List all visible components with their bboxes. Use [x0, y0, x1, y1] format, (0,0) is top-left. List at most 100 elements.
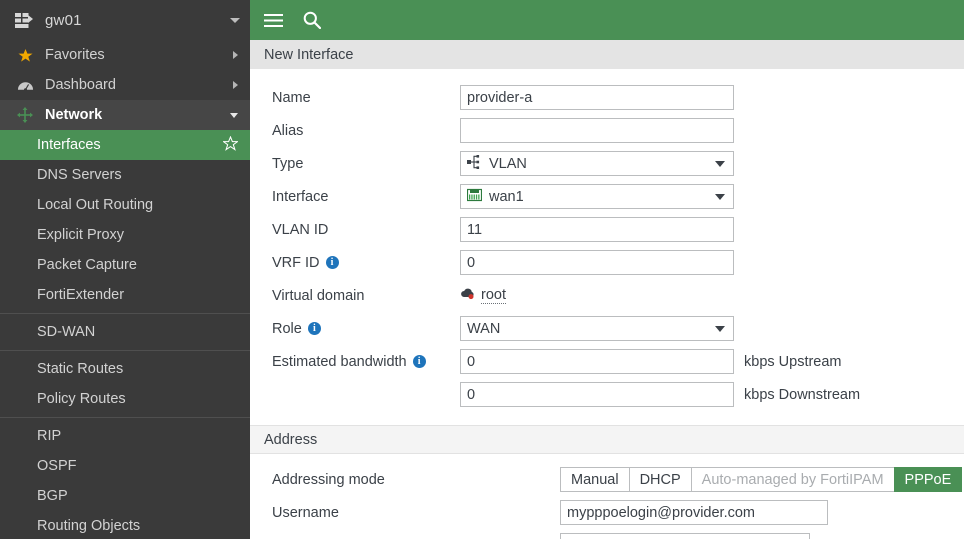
form-row-estimated-bandwidth-downstream: 0 kbps Downstream [250, 380, 964, 409]
sidebar-item-interfaces[interactable]: Interfaces [0, 130, 250, 160]
addressing-mode-dhcp-button[interactable]: DHCP [628, 467, 691, 492]
address-section-heading: Address [250, 425, 964, 454]
sidebar-item-explicit-proxy[interactable]: Explicit Proxy [0, 220, 250, 250]
sidebar-subitem-label: Routing Objects [37, 518, 141, 534]
sidebar-subitem-label: Policy Routes [37, 391, 126, 407]
type-dropdown[interactable]: VLAN [460, 151, 734, 176]
page-title: New Interface [250, 40, 964, 69]
sidebar-item-label: Favorites [45, 47, 105, 63]
vdom-cloud-icon [460, 287, 476, 304]
sidebar: gw01 Favorites Dashboard Network Interfa… [0, 0, 250, 539]
vrf-id-label-text: VRF ID [272, 254, 320, 271]
chevron-down-icon[interactable] [230, 17, 240, 23]
form-row-estimated-bandwidth-upstream: Estimated bandwidth i 0 kbps Upstream [250, 347, 964, 376]
sidebar-subitem-label: RIP [37, 428, 62, 444]
interface-label: Interface [272, 188, 329, 205]
interface-value: wan1 [489, 188, 524, 205]
vlan-icon [467, 154, 482, 173]
form-row-alias: Alias [250, 116, 964, 145]
chevron-down-icon [715, 325, 725, 332]
sidebar-divider [0, 313, 250, 314]
username-input[interactable]: mypppoelogin@provider.com [560, 500, 828, 525]
username-label: Username [272, 504, 339, 521]
sidebar-item-packet-capture[interactable]: Packet Capture [0, 250, 250, 280]
form-row-addressing-mode: Addressing mode Manual DHCP Auto-managed… [250, 465, 964, 494]
name-input[interactable]: provider-a [460, 85, 734, 110]
sidebar-item-local-out-routing[interactable]: Local Out Routing [0, 190, 250, 220]
bandwidth-upstream-unit: kbps Upstream [744, 353, 842, 370]
form-row-username: Username mypppoelogin@provider.com [250, 498, 964, 527]
vlan-id-input[interactable]: 11 [460, 217, 734, 242]
password-field-wrap: mypppoepassword [560, 533, 836, 539]
estimated-bandwidth-label: Estimated bandwidth i [272, 354, 460, 370]
star-icon [14, 48, 36, 63]
sidebar-item-network[interactable]: Network [0, 100, 250, 130]
sidebar-item-favorites[interactable]: Favorites [0, 40, 250, 70]
physical-port-icon [466, 188, 483, 206]
chevron-right-icon [233, 51, 238, 59]
sidebar-subitem-label: Static Routes [37, 361, 124, 377]
device-fortigate-icon [14, 11, 36, 29]
sidebar-subitem-label: Interfaces [37, 137, 101, 153]
chevron-down-icon [715, 160, 725, 167]
main-panel: New Interface Name provider-a Alias Type [250, 0, 964, 539]
sidebar-item-dashboard[interactable]: Dashboard [0, 70, 250, 100]
sidebar-item-bgp[interactable]: BGP [0, 481, 250, 511]
form-content: Name provider-a Alias Type VLAN Interfac… [250, 69, 964, 539]
device-selector[interactable]: gw01 [0, 0, 250, 40]
star-outline-icon[interactable] [221, 135, 240, 155]
info-icon[interactable]: i [325, 256, 339, 269]
form-row-vlan-id: VLAN ID 11 [250, 215, 964, 244]
addressing-mode-fortiipam-button: Auto-managed by FortiIPAM [690, 467, 894, 492]
form-row-role: Role i WAN [250, 314, 964, 343]
info-icon[interactable]: i [412, 355, 426, 368]
virtual-domain-label: Virtual domain [272, 287, 365, 304]
bandwidth-downstream-unit: kbps Downstream [744, 386, 861, 403]
search-icon[interactable] [303, 11, 321, 29]
sidebar-item-policy-routes[interactable]: Policy Routes [0, 384, 250, 414]
name-label: Name [272, 89, 311, 106]
sidebar-item-ospf[interactable]: OSPF [0, 451, 250, 481]
bandwidth-downstream-input[interactable]: 0 [460, 382, 734, 407]
sidebar-item-rip[interactable]: RIP [0, 421, 250, 451]
sidebar-item-static-routes[interactable]: Static Routes [0, 354, 250, 384]
chevron-down-icon [715, 193, 725, 200]
sidebar-subitem-label: Packet Capture [37, 257, 137, 273]
role-label: Role i [272, 321, 460, 337]
alias-input[interactable] [460, 118, 734, 143]
vrf-id-input[interactable]: 0 [460, 250, 734, 275]
type-value: VLAN [489, 155, 527, 172]
sidebar-item-label: Network [45, 107, 103, 123]
sidebar-subitem-label: OSPF [37, 458, 77, 474]
bandwidth-upstream-input[interactable]: 0 [460, 349, 734, 374]
form-row-interface: Interface wan1 [250, 182, 964, 211]
sidebar-subitem-label: BGP [37, 488, 68, 504]
vrf-id-label: VRF ID i [272, 255, 460, 271]
sidebar-subitem-label: Local Out Routing [37, 197, 154, 213]
top-bar [250, 0, 964, 40]
password-input[interactable]: mypppoepassword [560, 533, 810, 539]
virtual-domain-value[interactable]: root [481, 287, 506, 304]
interface-dropdown[interactable]: wan1 [460, 184, 734, 209]
form-row-vrf-id: VRF ID i 0 [250, 248, 964, 277]
addressing-mode-manual-button[interactable]: Manual [560, 467, 629, 492]
virtual-domain-value-wrap: root [460, 287, 506, 304]
hamburger-menu-icon[interactable] [264, 13, 283, 28]
role-label-text: Role [272, 320, 302, 337]
dashboard-gauge-icon [14, 78, 36, 93]
form-row-virtual-domain: Virtual domain root [250, 281, 964, 310]
sidebar-subitem-label: FortiExtender [37, 287, 125, 303]
sidebar-item-routing-objects[interactable]: Routing Objects [0, 511, 250, 539]
form-row-password: Password mypppoepassword [250, 531, 964, 539]
role-value: WAN [467, 320, 501, 337]
sidebar-item-sd-wan[interactable]: SD-WAN [0, 317, 250, 347]
sidebar-item-dns-servers[interactable]: DNS Servers [0, 160, 250, 190]
role-dropdown[interactable]: WAN [460, 316, 734, 341]
info-icon[interactable]: i [307, 322, 321, 335]
addressing-mode-pppoe-button[interactable]: PPPoE [893, 467, 963, 492]
sidebar-item-fortiextender[interactable]: FortiExtender [0, 280, 250, 310]
sidebar-subitem-label: SD-WAN [37, 324, 96, 340]
alias-label: Alias [272, 122, 304, 139]
chevron-down-icon [230, 112, 238, 118]
addressing-mode-button-group: Manual DHCP Auto-managed by FortiIPAM PP… [560, 467, 963, 492]
